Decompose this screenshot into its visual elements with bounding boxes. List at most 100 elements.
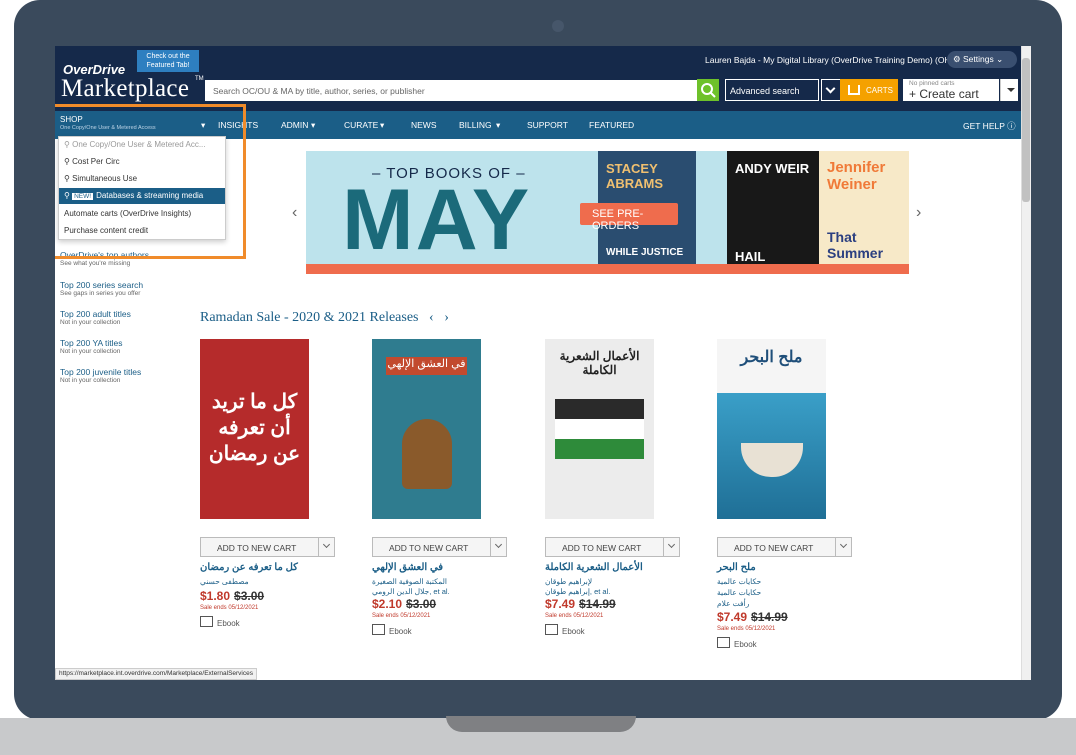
cart-dropdown-icon[interactable]: [1000, 79, 1018, 101]
book-author[interactable]: إبراهيم طوقان, et al.: [545, 587, 610, 596]
see-preorders-button[interactable]: SEE PRE-ORDERS: [580, 203, 678, 232]
sidebar-item-adult[interactable]: Top 200 adult titles Not in your collecti…: [60, 309, 131, 326]
book-author[interactable]: رأفت علام: [717, 599, 749, 608]
user-account[interactable]: Lauren Bajda - My Digital Library (OverD…: [705, 55, 953, 65]
book-title[interactable]: في العشق الإلهي: [372, 562, 443, 573]
add-label: ADD TO NEW CART: [217, 543, 297, 553]
book-cover[interactable]: الأعمال الشعرية الكاملة: [545, 339, 654, 519]
book-title[interactable]: الأعمال الشعرية الكاملة: [545, 562, 643, 573]
banner-cover-weir: ANDY WEIR HAIL: [727, 151, 819, 274]
salt-bowl: [741, 443, 803, 477]
get-help-link[interactable]: GET HELP ⓘ: [963, 120, 1016, 132]
nav-news[interactable]: NEWS: [411, 120, 437, 130]
banner-next-arrow[interactable]: ›: [916, 204, 921, 222]
sidebar-item-series[interactable]: Top 200 series search See gaps in series …: [60, 280, 143, 297]
dervish-figure: [402, 419, 452, 489]
section-title: Ramadan Sale - 2020 & 2021 Releases ‹ ›: [200, 310, 449, 326]
cover-weir-sub: HAIL: [735, 249, 766, 264]
book-price: $1.80 $3.00: [200, 589, 264, 603]
sale-price: $2.10: [372, 597, 403, 611]
scrollbar[interactable]: [1021, 46, 1031, 680]
add-to-new-cart-button[interactable]: ADD TO NEW CART: [545, 537, 680, 557]
sidebar-item-ya[interactable]: Top 200 YA titles Not in your collection: [60, 338, 123, 355]
chevron-down-icon[interactable]: [835, 538, 851, 556]
book-author[interactable]: المكتبة الصوفية الصغيرة: [372, 577, 447, 586]
section-title-label: Ramadan Sale - 2020 & 2021 Releases: [200, 310, 419, 325]
add-to-new-cart-button[interactable]: ADD TO NEW CART: [200, 537, 335, 557]
featured-banner[interactable]: STACEY ABRAMS WHILE JUSTICE ANDY WEIR HA…: [306, 151, 909, 274]
book-price: $7.49 $14.99: [717, 610, 788, 624]
camera: [552, 20, 564, 32]
list-price: $3.00: [406, 597, 437, 611]
nav-curate-caret: ▾: [380, 120, 385, 130]
advanced-search-button[interactable]: Advanced search: [725, 79, 819, 101]
book-author[interactable]: لإبراهيم طوقان: [545, 577, 592, 586]
chevron-down-icon[interactable]: [821, 79, 841, 101]
nav-featured[interactable]: FEATURED: [589, 120, 634, 130]
cover-abrams-title: STACEY ABRAMS: [606, 161, 664, 191]
nav-billing-caret: ▾: [496, 120, 501, 130]
chevron-down-icon[interactable]: [490, 538, 506, 556]
scroll-thumb[interactable]: [1022, 58, 1030, 202]
chevron-down-icon[interactable]: [318, 538, 334, 556]
book-cover[interactable]: ملح البحر: [717, 339, 826, 519]
highlight-box: [55, 104, 246, 259]
nav-admin-caret: ▾: [311, 120, 316, 130]
sidebar-sub: Not in your collection: [60, 348, 121, 355]
book-author[interactable]: مصطفى حسني: [200, 577, 249, 586]
settings-button[interactable]: ⚙ Settings ⌄: [947, 51, 1017, 68]
search-input[interactable]: Search OC/OU & MA by title, author, seri…: [205, 80, 697, 101]
nav-billing[interactable]: BILLING: [459, 120, 492, 130]
cover-weir-title: ANDY WEIR: [735, 161, 810, 176]
search-button[interactable]: [697, 79, 719, 101]
flag-stripe: [555, 439, 644, 459]
book-title[interactable]: كل ما تعرفه عن رمضان: [200, 562, 298, 573]
sale-ends: Sale ends 05/12/2021: [545, 613, 604, 619]
book-cover-text: الأعمال الشعرية الكاملة: [559, 349, 640, 377]
sale-price: $1.80: [200, 589, 231, 603]
sidebar-sub: Not in your collection: [60, 319, 121, 326]
sale-price: $7.49: [717, 610, 748, 624]
add-to-new-cart-button[interactable]: ADD TO NEW CART: [372, 537, 507, 557]
section-next-arrow[interactable]: ›: [437, 310, 449, 325]
logo-marketplace[interactable]: Marketplace: [61, 75, 189, 103]
book-cover[interactable]: كل ما تريد أن تعرفه عن رمضان: [200, 339, 309, 519]
nav-admin[interactable]: ADMIN: [281, 120, 308, 130]
pinned-carts-label: No pinned carts: [909, 80, 955, 87]
sidebar-title: Top 200 YA titles: [60, 338, 123, 348]
cover-weiner-sub: That Summer: [827, 229, 884, 261]
book-cover[interactable]: في العشق الإلهي: [372, 339, 481, 519]
sidebar-title: Top 200 series search: [60, 280, 144, 290]
section-prev-arrow[interactable]: ‹: [422, 310, 434, 325]
add-label: ADD TO NEW CART: [734, 543, 814, 553]
help-icon: ⓘ: [1007, 121, 1016, 131]
banner-stripe: [306, 264, 909, 274]
stage: Check out the Featured Tab! OverDrive Ma…: [0, 0, 1076, 755]
browser-screen: Check out the Featured Tab! OverDrive Ma…: [55, 46, 1031, 680]
banner-prev-arrow[interactable]: ‹: [292, 204, 297, 222]
search-icon: [701, 83, 716, 98]
chevron-down-icon[interactable]: [663, 538, 679, 556]
nav-curate[interactable]: CURATE: [344, 120, 378, 130]
book-title[interactable]: ملح البحر: [717, 562, 756, 573]
book-author[interactable]: حكايات عالمية: [717, 577, 761, 586]
add-to-new-cart-button[interactable]: ADD TO NEW CART: [717, 537, 852, 557]
sidebar-item-juvenile[interactable]: Top 200 juvenile titles Not in your colle…: [60, 367, 141, 384]
featured-promo[interactable]: Check out the Featured Tab!: [137, 50, 199, 72]
sale-ends: Sale ends 05/12/2021: [372, 613, 431, 619]
create-cart-box[interactable]: No pinned carts + Create cart: [903, 79, 999, 101]
sale-price: $7.49: [545, 597, 576, 611]
book-price: $7.49 $14.99: [545, 597, 616, 611]
banner-month: MAY: [342, 172, 532, 268]
carts-button[interactable]: CARTS: [840, 79, 898, 101]
book-author[interactable]: حكايات عالمية: [717, 588, 761, 597]
book-format: Ebook: [717, 637, 757, 649]
book-cover-text: في العشق الإلهي: [386, 357, 467, 375]
book-card: كل ما تريد أن تعرفه عن رمضان ADD TO NEW …: [200, 339, 335, 628]
header: Check out the Featured Tab! OverDrive Ma…: [55, 46, 1021, 111]
book-author[interactable]: جلال الدين الرومي, et al.: [372, 587, 450, 596]
book-card: الأعمال الشعرية الكاملة ADD TO NEW CART …: [545, 339, 680, 636]
nav-support[interactable]: SUPPORT: [527, 120, 568, 130]
add-label: ADD TO NEW CART: [562, 543, 642, 553]
status-bar-url: https://marketplace.int.overdrive.com/Ma…: [55, 668, 257, 680]
